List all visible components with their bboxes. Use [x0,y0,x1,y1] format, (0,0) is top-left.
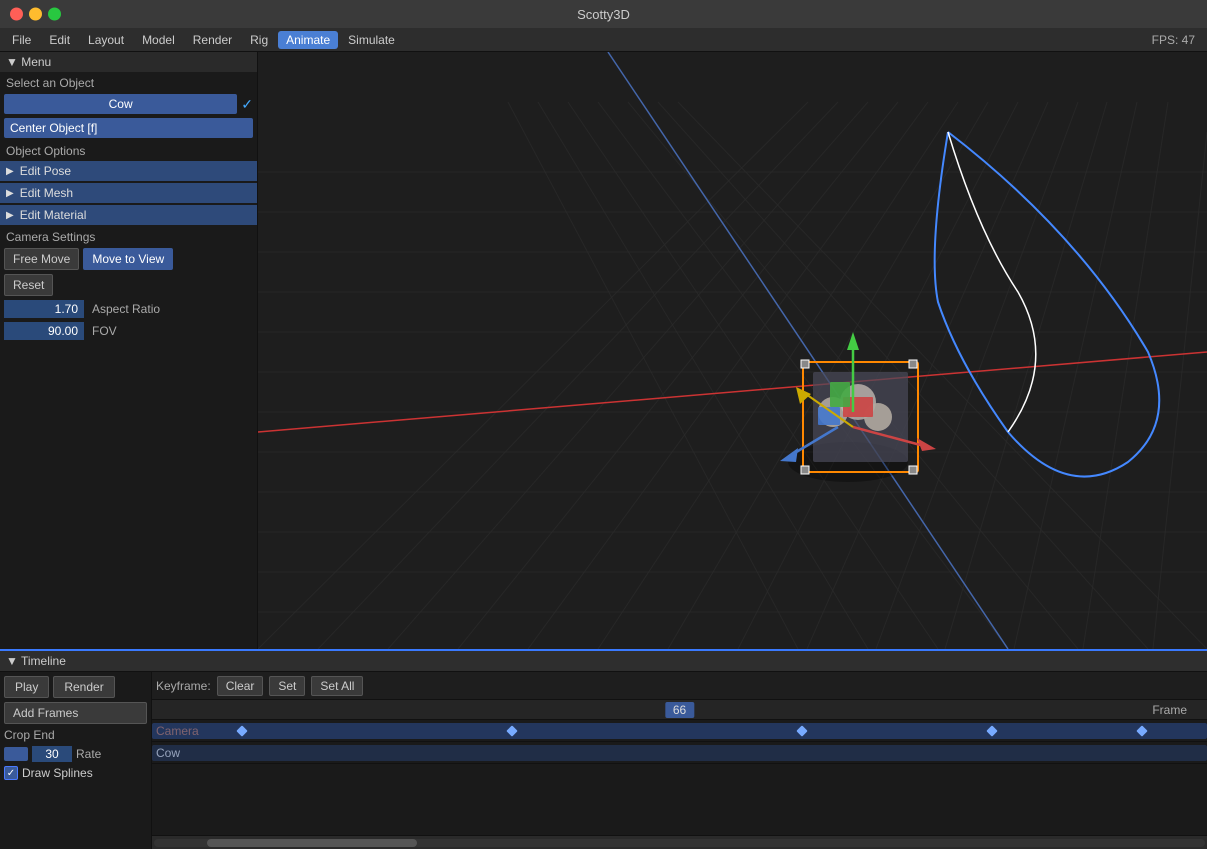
timeline-right-panel: Keyframe: Clear Set Set All 66 Frame Cam… [152,672,1207,849]
rate-label: Rate [76,747,101,761]
fps-display: FPS: 47 [1152,33,1203,47]
aspect-ratio-row: Aspect Ratio [0,298,257,320]
crop-end-row: Crop End [4,728,147,742]
menu-render[interactable]: Render [185,31,240,49]
menu-file[interactable]: File [4,31,39,49]
object-selector[interactable]: Cow [4,94,237,114]
select-object-label: Select an Object [0,72,257,92]
camera-btn-row: Free Move Move to View [0,246,257,272]
draw-splines-checkbox[interactable]: ✓ [4,766,18,780]
minimize-button[interactable] [29,8,42,21]
cow-track: Cow [152,742,1207,764]
menu-model[interactable]: Model [134,31,183,49]
window-controls[interactable] [10,8,61,21]
keyframe-label: Keyframe: [156,679,211,693]
timeline-left-panel: Play Render Add Frames Crop End Rate ✓ D… [0,672,152,849]
edit-material-row[interactable]: ▶ Edit Material [0,205,257,225]
reset-button[interactable]: Reset [4,274,53,296]
scrollbar-track [154,839,1205,847]
move-to-view-button[interactable]: Move to View [83,248,173,270]
fov-label: FOV [92,324,117,338]
clear-button[interactable]: Clear [217,676,264,696]
play-render-row: Play Render [4,676,147,698]
crop-controls-row: Rate [4,746,147,762]
timeline-ruler[interactable]: 66 Frame [152,700,1207,720]
menu-animate[interactable]: Animate [278,31,338,49]
app-title: Scotty3D [577,7,630,22]
keyframe-bar: Keyframe: Clear Set Set All [152,672,1207,700]
expand-icon: ▶ [6,166,14,177]
menu-layout[interactable]: Layout [80,31,132,49]
timeline-scrollbar[interactable] [152,835,1207,849]
expand-icon: ▶ [6,210,14,221]
viewport[interactable] [258,52,1207,649]
draw-splines-row: ✓ Draw Splines [4,766,147,780]
edit-pose-label: Edit Pose [20,164,71,178]
sidebar: ▼ Menu Select an Object Cow ✓ Center Obj… [0,52,258,649]
menu-edit[interactable]: Edit [41,31,78,49]
render-button[interactable]: Render [53,676,114,698]
object-select-row: Cow ✓ [0,92,257,116]
edit-pose-row[interactable]: ▶ Edit Pose [0,161,257,181]
fov-input[interactable] [4,322,84,340]
object-options-label: Object Options [0,140,257,160]
set-all-button[interactable]: Set All [311,676,363,696]
maximize-button[interactable] [48,8,61,21]
play-button[interactable]: Play [4,676,49,698]
aspect-ratio-input[interactable] [4,300,84,318]
set-button[interactable]: Set [269,676,305,696]
crop-slider[interactable] [4,747,28,761]
titlebar: Scotty3D [0,0,1207,28]
center-object-button[interactable]: Center Object [f] [4,118,253,138]
edit-mesh-label: Edit Mesh [20,186,73,200]
draw-splines-label: Draw Splines [22,766,93,780]
expand-icon: ▶ [6,188,14,199]
crop-value-input[interactable] [32,746,72,762]
camera-settings-label: Camera Settings [0,226,257,246]
frame-label: Frame [1152,703,1187,717]
edit-material-label: Edit Material [20,208,87,222]
menubar: File Edit Layout Model Render Rig Animat… [0,28,1207,52]
crop-end-label: Crop End [4,728,55,742]
timeline-header-label: ▼ Timeline [6,654,66,668]
menu-rig[interactable]: Rig [242,31,276,49]
timeline-header: ▼ Timeline [0,651,1207,672]
frame-indicator: 66 [665,702,694,718]
timeline: ▼ Timeline Play Render Add Frames Crop E… [0,649,1207,849]
menu-simulate[interactable]: Simulate [340,31,403,49]
edit-mesh-row[interactable]: ▶ Edit Mesh [0,183,257,203]
free-move-button[interactable]: Free Move [4,248,79,270]
menu-section-header: ▼ Menu [0,52,257,72]
close-button[interactable] [10,8,23,21]
scrollbar-thumb[interactable] [207,839,417,847]
timeline-tracks: Camera Cow [152,720,1207,835]
check-icon: ✓ [241,96,253,113]
fov-row: FOV [0,320,257,342]
camera-track: Camera [152,720,1207,742]
add-frames-button[interactable]: Add Frames [4,702,147,724]
timeline-controls: Play Render Add Frames Crop End Rate ✓ D… [0,672,1207,849]
aspect-ratio-label: Aspect Ratio [92,302,160,316]
